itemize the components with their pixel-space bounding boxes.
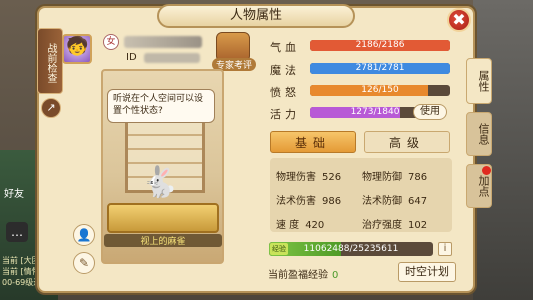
heal-label: 治疗强度 — [362, 220, 402, 231]
speed-value: 420 — [305, 220, 325, 231]
vitality-label: 活力 — [270, 108, 300, 121]
mag-atk-label: 法术伤害 — [276, 196, 316, 207]
anger-label: 愤怒 — [270, 86, 300, 99]
phys-atk-value: 526 — [322, 172, 342, 183]
info-button[interactable]: i — [438, 242, 452, 256]
mag-atk-value: 986 — [322, 196, 342, 207]
use-vitality-button[interactable]: 使用 — [413, 104, 447, 120]
experience-icon: 经验 — [270, 243, 288, 255]
mag-def: 法术防御 647 — [362, 192, 427, 207]
phys-atk: 物理伤害 526 — [276, 168, 341, 183]
tab-advanced[interactable]: 高级 — [364, 131, 450, 153]
tab-attributes[interactable]: 属性 — [466, 58, 492, 104]
edit-button[interactable]: ✎ — [73, 252, 95, 274]
profile-button[interactable]: 👤 — [73, 224, 95, 246]
notification-dot-icon — [482, 166, 491, 175]
person-icon: 👤 — [76, 228, 92, 242]
avatar-face-icon: 🧒 — [66, 36, 89, 57]
anger-bar: 126/150 — [310, 85, 450, 96]
mp-text: 2781/2781 — [355, 63, 405, 73]
hp-text: 2186/2186 — [355, 40, 405, 50]
friend-label[interactable]: 好友 — [4, 185, 24, 200]
chat-icon[interactable]: … — [6, 222, 28, 242]
mag-atk: 法术伤害 986 — [276, 192, 341, 207]
mag-def-label: 法术防御 — [362, 196, 402, 207]
tab-basic[interactable]: 基础 — [270, 131, 356, 153]
share-button[interactable]: ↗ — [41, 98, 61, 118]
experience-text: 11062488/25235611 — [303, 244, 399, 254]
close-button[interactable]: ✖ — [447, 8, 471, 32]
edit-icon: ✎ — [78, 256, 90, 270]
surplus-value: 0 — [332, 270, 339, 281]
mp-bar: 2781/2781 — [310, 63, 450, 74]
status-speech-bubble: 听说在个人空间可以设置个性状态? — [107, 89, 215, 123]
heal-value: 102 — [408, 220, 428, 231]
scene-platform — [107, 203, 219, 233]
speed: 速 度 420 — [276, 216, 324, 231]
battle-check-tab[interactable]: 战前检查 — [37, 28, 63, 94]
gender-badge-icon: 女 — [103, 34, 119, 50]
phys-def: 物理防御 786 — [362, 168, 427, 183]
phys-def-value: 786 — [408, 172, 428, 183]
player-id-redacted — [144, 53, 200, 63]
hp-bar: 2186/2186 — [310, 40, 450, 51]
close-icon: ✖ — [452, 10, 466, 29]
mag-def-value: 647 — [408, 196, 428, 207]
mp-label: 魔法 — [270, 64, 300, 77]
surplus-label: 当前盈福经验 — [268, 270, 328, 281]
phys-atk-label: 物理伤害 — [276, 172, 316, 183]
tab-info[interactable]: 信息 — [466, 112, 492, 156]
window-title: 人物属性 — [157, 4, 355, 28]
speed-label: 速 度 — [276, 220, 300, 231]
id-label: ID — [126, 52, 137, 63]
character-figure: 🐇 — [141, 165, 179, 200]
experience-bar: 11062488/25235611 — [269, 242, 433, 256]
heal: 治疗强度 102 — [362, 216, 427, 231]
player-name-redacted — [124, 36, 202, 48]
pet-name-label: 视上的麻雀 — [104, 234, 222, 247]
time-plan-button[interactable]: 时空计划 — [398, 262, 456, 282]
surplus-exp: 当前盈福经验 0 — [268, 266, 338, 281]
hp-label: 气血 — [270, 41, 300, 54]
share-icon: ↗ — [46, 101, 56, 114]
phys-def-label: 物理防御 — [362, 172, 402, 183]
anger-text: 126/150 — [361, 85, 399, 95]
